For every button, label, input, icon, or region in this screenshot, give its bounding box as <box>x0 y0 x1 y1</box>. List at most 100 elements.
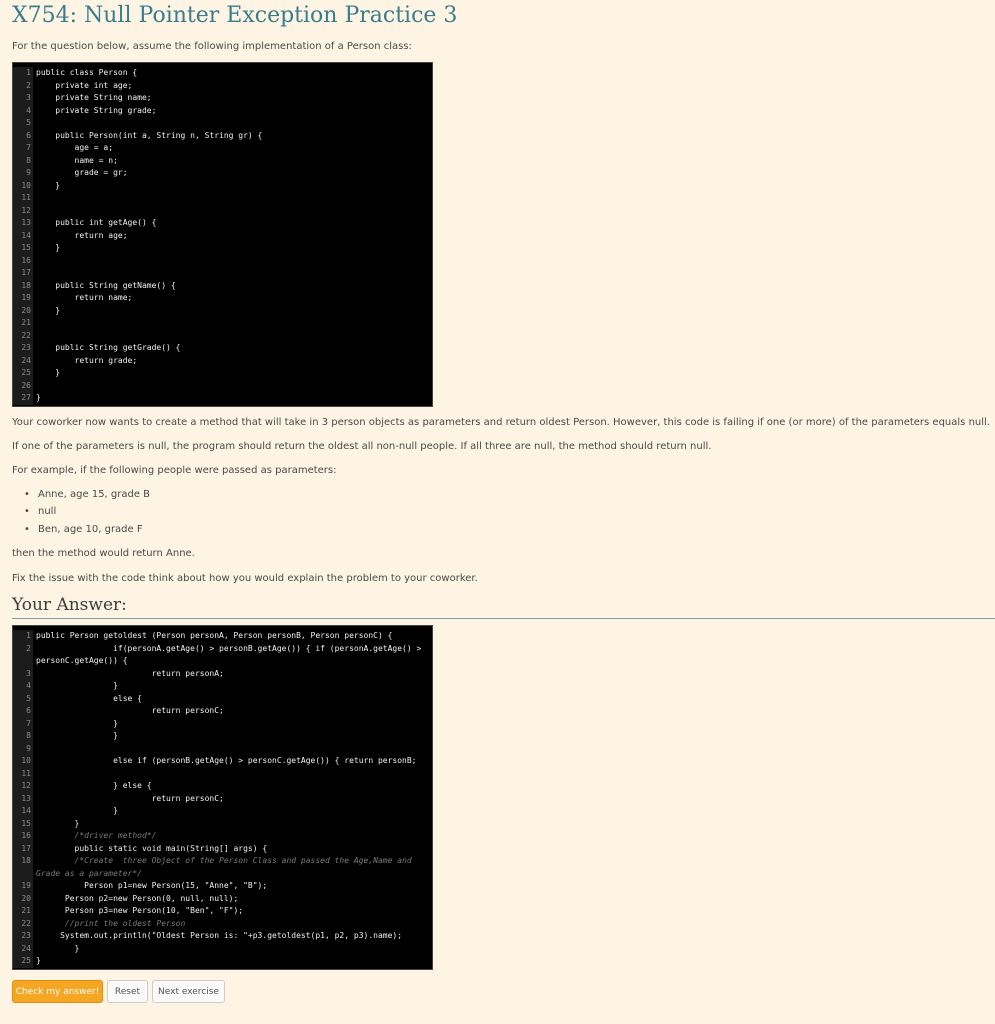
line-number: 24 <box>13 354 33 367</box>
line-number: 1 <box>13 630 33 643</box>
list-item: Ben, age 10, grade F <box>24 523 143 537</box>
code-text: } <box>36 681 118 690</box>
code-line: 10 else if (personB.getAge() > personC.g… <box>13 755 432 768</box>
code-line: 12 } else { <box>13 780 432 793</box>
code-text: Person p2=new Person(0, null, null); <box>36 893 239 903</box>
line-number: 8 <box>13 154 33 167</box>
line-number: 1 <box>13 67 33 80</box>
line-number: 15 <box>13 242 33 255</box>
line-number: 21 <box>13 317 33 330</box>
code-line: 16 <box>13 254 432 267</box>
code-text: } <box>36 731 118 740</box>
line-number: 17 <box>13 842 33 855</box>
next-exercise-button[interactable]: Next exercise <box>152 980 225 1003</box>
code-line: 25} <box>13 955 432 968</box>
example-intro-text: For example, if the following people wer… <box>12 465 337 476</box>
code-line: 20 Person p2=new Person(0, null, null); <box>13 892 432 905</box>
line-number: 25 <box>13 955 33 968</box>
code-text: else if (personB.getAge() > personC.getA… <box>36 756 417 765</box>
line-number: 19 <box>13 292 33 305</box>
line-number: 12 <box>13 204 33 217</box>
list-item: Anne, age 15, grade B <box>24 488 150 502</box>
code-line: 17 public static void main(String[] args… <box>13 842 432 855</box>
reset-button[interactable]: Reset <box>107 980 148 1003</box>
code-text: //print the oldest Person <box>36 918 186 928</box>
code-line: 1 public Person getoldest (Person personA… <box>13 630 432 643</box>
code-line: 18 /*Create three Object of the Person C… <box>13 855 432 880</box>
code-text: } <box>36 718 118 728</box>
line-number: 14 <box>13 805 33 818</box>
code-text: private String name; <box>36 93 152 102</box>
line-number: 10 <box>13 179 33 192</box>
code-text: age = a; <box>36 143 114 152</box>
code-line: 8 name = n; <box>13 154 432 167</box>
check-answer-button[interactable]: Check my answer! <box>12 980 103 1003</box>
line-number: 22 <box>13 917 33 930</box>
code-text: name = n; <box>36 155 118 165</box>
line-number: 20 <box>13 892 33 905</box>
code-line: 3 private String name; <box>13 92 432 105</box>
code-line: 18 public String getName() { <box>13 279 432 292</box>
code-line: 22 //print the oldest Person <box>13 917 432 930</box>
code-text: } <box>36 180 61 190</box>
code-line: 12 <box>13 204 432 217</box>
code-text: } <box>36 393 41 402</box>
code-text: } <box>36 956 41 965</box>
code-text: } <box>36 243 61 252</box>
line-number: 2 <box>13 642 33 668</box>
code-line: 24 return grade; <box>13 354 432 367</box>
line-number: 22 <box>13 329 33 342</box>
code-line: 4 private String grade; <box>13 104 432 117</box>
code-line: 10 } <box>13 179 432 192</box>
code-line: 6 return personC; <box>13 705 432 718</box>
code-text: public int getAge() { <box>36 218 157 227</box>
line-number: 5 <box>13 692 33 705</box>
code-line: 7 } <box>13 717 432 730</box>
line-number: 8 <box>13 730 33 743</box>
code-text: System.out.println("Oldest Person is: "+… <box>36 931 403 940</box>
code-text: return personA; <box>36 668 224 678</box>
code-line: 23 System.out.println("Oldest Person is:… <box>13 930 432 943</box>
code-text: } <box>36 305 61 315</box>
code-line: 19 Person p1=new Person(15, "Anne", "B")… <box>13 880 432 893</box>
code-line: 9 <box>13 742 432 755</box>
code-line: 2 private int age; <box>13 79 432 92</box>
line-number: 5 <box>13 117 33 130</box>
code-line: 27} <box>13 392 432 405</box>
line-number: 6 <box>13 129 33 142</box>
line-number: 10 <box>13 755 33 768</box>
answer-code-editor[interactable]: 1 public Person getoldest (Person personA… <box>12 625 433 970</box>
line-number: 3 <box>13 667 33 680</box>
line-number: 27 <box>13 392 33 405</box>
code-text: } else { <box>36 781 152 790</box>
code-text: } <box>36 943 80 953</box>
code-line: 16 /*driver method*/ <box>13 830 432 843</box>
code-line: 25 } <box>13 367 432 380</box>
code-text: else { <box>36 693 142 703</box>
line-number: 19 <box>13 880 33 893</box>
code-text: public Person(int a, String n, String gr… <box>36 130 263 140</box>
line-number: 24 <box>13 942 33 955</box>
code-text: } <box>36 368 61 377</box>
code-line: 21 Person p3=new Person(10, "Ben", "F"); <box>13 905 432 918</box>
line-number: 21 <box>13 905 33 918</box>
code-text: return name; <box>36 293 133 302</box>
line-number: 26 <box>13 379 33 392</box>
code-line: 24 } <box>13 942 432 955</box>
code-line: 22 <box>13 329 432 342</box>
code-text: private String grade; <box>36 105 157 115</box>
line-number: 17 <box>13 267 33 280</box>
line-number: 14 <box>13 229 33 242</box>
code-text: private int age; <box>36 80 133 90</box>
line-number: 16 <box>13 830 33 843</box>
null-requirement-text: If one of the parameters is null, the pr… <box>12 441 712 452</box>
code-line: 7 age = a; <box>13 142 432 155</box>
line-number: 18 <box>13 279 33 292</box>
intro-text: For the question below, assume the follo… <box>12 41 412 52</box>
code-line: 19 return name; <box>13 292 432 305</box>
line-number: 2 <box>13 79 33 92</box>
line-number: 15 <box>13 817 33 830</box>
line-number: 23 <box>13 930 33 943</box>
line-number: 25 <box>13 367 33 380</box>
code-line: 20 } <box>13 304 432 317</box>
